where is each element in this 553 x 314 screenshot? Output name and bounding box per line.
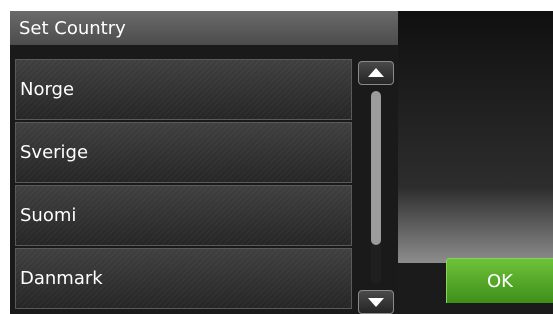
- page-title: Set Country: [10, 11, 398, 45]
- list-item-sverige[interactable]: Sverige: [15, 122, 352, 183]
- list-item-norge[interactable]: Norge: [15, 59, 352, 120]
- list-item-danmark[interactable]: Danmark: [15, 248, 352, 309]
- ok-button[interactable]: OK: [446, 258, 553, 303]
- list-item-suomi[interactable]: Suomi: [15, 185, 352, 246]
- scrollbar-thumb[interactable]: [371, 91, 381, 246]
- triangle-down-icon: [368, 298, 384, 307]
- list-scrollbar: [358, 61, 394, 314]
- scroll-down-button[interactable]: [358, 290, 394, 314]
- triangle-up-icon: [368, 68, 384, 77]
- country-selection-panel: Set Country Norge Sverige Suomi Danmark: [10, 11, 398, 314]
- scrollbar-track[interactable]: [371, 91, 381, 284]
- side-preview-area: [398, 11, 553, 263]
- scroll-up-button[interactable]: [358, 61, 394, 85]
